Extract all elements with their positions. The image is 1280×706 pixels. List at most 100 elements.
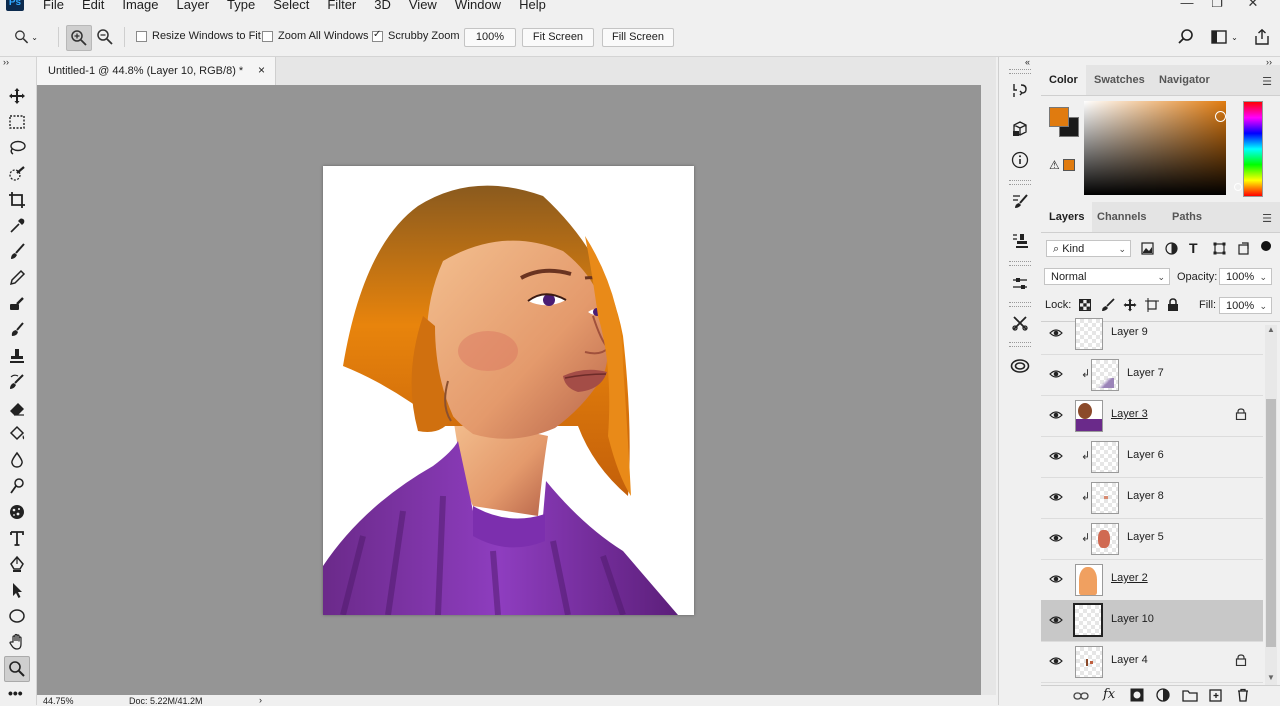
clone-stamp-tool[interactable] — [5, 292, 29, 316]
layer-filter-kind[interactable]: ⌕ Kind ⌄ — [1046, 240, 1131, 257]
eye-icon[interactable] — [1049, 449, 1063, 463]
brush-settings-button[interactable] — [1009, 190, 1031, 212]
eye-icon[interactable] — [1049, 613, 1063, 627]
minimize-button[interactable]: — — [1174, 0, 1200, 10]
pen-tool[interactable] — [5, 552, 29, 576]
crop-tool[interactable] — [5, 188, 29, 212]
fill-screen-button[interactable]: Fill Screen — [602, 28, 674, 47]
menu-filter[interactable]: Filter — [327, 0, 356, 13]
color-picker-handle[interactable] — [1215, 111, 1226, 122]
tab-swatches[interactable]: Swatches — [1086, 65, 1153, 95]
filter-pixel-icon[interactable] — [1141, 242, 1154, 258]
paint-bucket-tool[interactable] — [5, 422, 29, 446]
quick-selection-tool[interactable] — [5, 162, 29, 186]
close-icon[interactable]: × — [258, 63, 265, 77]
tab-paths[interactable]: Paths — [1164, 202, 1210, 232]
opacity-input[interactable]: 100% ⌄ — [1219, 268, 1272, 285]
layer-row[interactable]: Layer 9 — [1041, 313, 1263, 355]
zoom-all-windows-checkbox[interactable]: Zoom All Windows — [262, 30, 368, 42]
share-button[interactable] — [1250, 25, 1274, 49]
resize-windows-checkbox[interactable]: Resize Windows to Fit — [136, 30, 261, 42]
adjustment-icon[interactable] — [1156, 688, 1170, 702]
dodge-tool[interactable] — [5, 474, 29, 498]
zoom-100-button[interactable]: 100% — [464, 28, 516, 47]
menu-help[interactable]: Help — [519, 0, 546, 13]
zoom-out-button[interactable] — [93, 25, 117, 49]
clone-source-button[interactable] — [1009, 230, 1031, 252]
blur-tool[interactable] — [5, 448, 29, 472]
scroll-up-icon[interactable]: ▲ — [1267, 325, 1275, 334]
scroll-down-icon[interactable]: ▼ — [1267, 673, 1275, 682]
eyedropper-tool[interactable] — [5, 214, 29, 238]
color-field[interactable] — [1084, 101, 1242, 195]
zoom-in-button[interactable] — [66, 25, 92, 51]
trash-icon[interactable] — [1236, 688, 1250, 702]
lock-transparent-icon[interactable] — [1079, 299, 1091, 314]
eye-icon[interactable] — [1049, 326, 1063, 340]
menu-image[interactable]: Image — [122, 0, 158, 13]
document-tab[interactable]: Untitled-1 @ 44.8% (Layer 10, RGB/8) * × — [37, 57, 276, 85]
layers-scrollbar-thumb[interactable] — [1266, 399, 1276, 647]
status-menu-arrow[interactable]: › — [259, 695, 262, 705]
folder-icon[interactable] — [1182, 688, 1198, 702]
menu-view[interactable]: View — [409, 0, 437, 13]
fit-screen-button[interactable]: Fit Screen — [522, 28, 594, 47]
panel-grip[interactable] — [1009, 261, 1031, 266]
filter-toggle-icon[interactable] — [1261, 241, 1271, 251]
foreground-color-swatch[interactable] — [1049, 107, 1069, 127]
info-panel-button[interactable] — [1009, 149, 1031, 171]
creative-cloud-button[interactable] — [1009, 354, 1031, 376]
tab-channels[interactable]: Channels — [1089, 202, 1155, 232]
ellipse-tool[interactable] — [5, 604, 29, 628]
tab-layers[interactable]: Layers — [1041, 202, 1093, 232]
filter-smart-object-icon[interactable] — [1237, 242, 1250, 258]
canvas-scrollbar[interactable] — [981, 85, 996, 695]
panel-grip[interactable] — [1009, 69, 1031, 74]
eye-icon[interactable] — [1049, 531, 1063, 545]
layer-row[interactable]: ↲ Layer 6 — [1041, 436, 1263, 478]
layer-row[interactable]: ↲ Layer 8 — [1041, 477, 1263, 519]
collapse-panels-icon[interactable]: « — [1025, 57, 1030, 67]
workspace-switcher[interactable]: ⌄ — [1206, 25, 1242, 49]
filter-shape-icon[interactable] — [1213, 242, 1226, 258]
panel-menu-icon[interactable]: ☰ — [1262, 75, 1272, 88]
tab-color[interactable]: Color — [1041, 65, 1086, 95]
menu-layer[interactable]: Layer — [177, 0, 210, 13]
filter-adjustment-icon[interactable] — [1165, 242, 1178, 258]
scrubby-zoom-checkbox[interactable]: Scrubby Zoom — [372, 29, 460, 42]
menu-window[interactable]: Window — [455, 0, 501, 13]
blend-mode-select[interactable]: Normal ⌄ — [1044, 268, 1170, 285]
zoom-tool[interactable] — [4, 656, 30, 682]
close-window-button[interactable]: ✕ — [1240, 0, 1266, 10]
properties-button[interactable] — [1009, 273, 1031, 295]
sponge-tool[interactable] — [5, 500, 29, 524]
panel-grip[interactable] — [1009, 342, 1031, 347]
menu-type[interactable]: Type — [227, 0, 255, 13]
layer-row[interactable]: Layer 3 — [1041, 395, 1263, 437]
eraser-tool[interactable] — [5, 396, 29, 420]
pencil-tool[interactable] — [5, 266, 29, 290]
eye-icon[interactable] — [1049, 654, 1063, 668]
restore-button[interactable]: ❐ — [1204, 0, 1230, 10]
search-button[interactable] — [1174, 25, 1198, 49]
layer-row-selected[interactable]: Layer 10 — [1041, 600, 1263, 642]
eye-icon[interactable] — [1049, 367, 1063, 381]
stamp-tool[interactable] — [5, 344, 29, 368]
layer-row[interactable]: Layer 2 — [1041, 559, 1263, 601]
collapse-toolbar-icon[interactable]: ›› — [3, 57, 9, 67]
menu-3d[interactable]: 3D — [374, 0, 391, 13]
menu-select[interactable]: Select — [273, 0, 309, 13]
marquee-tool[interactable] — [5, 110, 29, 134]
fx-icon[interactable]: fx — [1103, 687, 1115, 702]
panel-grip[interactable] — [1009, 180, 1031, 185]
menu-edit[interactable]: Edit — [82, 0, 104, 13]
hand-tool[interactable] — [5, 630, 29, 654]
3d-panel-button[interactable] — [1009, 118, 1031, 140]
history-brush-tool[interactable] — [5, 370, 29, 394]
path-selection-tool[interactable] — [5, 578, 29, 602]
gamut-warning-icon[interactable]: ⚠ — [1049, 158, 1060, 172]
brush-tool[interactable] — [5, 240, 29, 264]
eye-icon[interactable] — [1049, 490, 1063, 504]
mask-icon[interactable] — [1130, 688, 1144, 702]
eye-icon[interactable] — [1049, 408, 1063, 422]
